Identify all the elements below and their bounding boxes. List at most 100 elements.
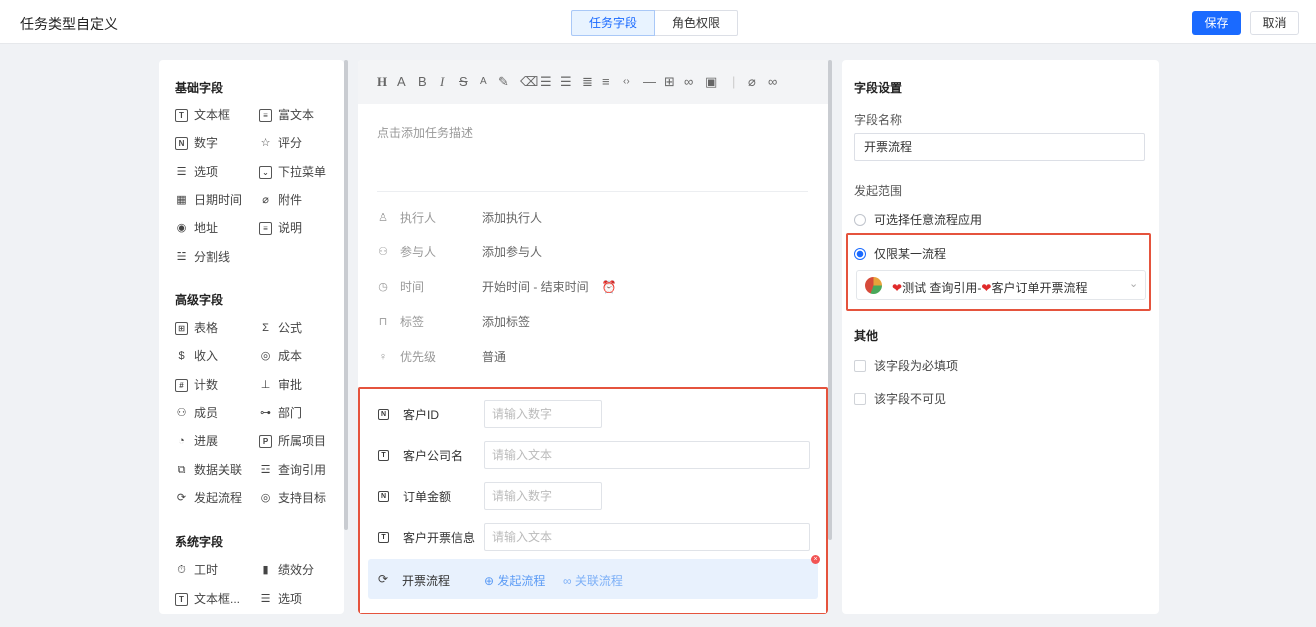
field-item-rating[interactable]: ☆ 评分 — [259, 135, 302, 151]
line-height-icon[interactable]: ≡ — [602, 74, 610, 90]
meta-row-assignee[interactable]: ♙ 执行人 添加执行人 — [377, 210, 542, 226]
field-item-rich-text[interactable]: ≡ 富文本 — [259, 107, 314, 123]
link-icon[interactable]: ∞ — [684, 74, 693, 90]
meta-row-participants[interactable]: ⚇ 参与人 添加参与人 — [377, 244, 542, 260]
process-icon: ⟳ — [378, 572, 389, 586]
save-button[interactable]: 保存 — [1192, 11, 1241, 35]
field-item-attachment[interactable]: ⌀ 附件 — [259, 192, 302, 208]
field-item-income[interactable]: $ 收入 — [175, 348, 218, 364]
field-item-description[interactable]: ≡ 说明 — [259, 220, 302, 236]
heading-icon[interactable]: H — [377, 74, 387, 90]
code-icon[interactable]: ‹› — [623, 74, 630, 90]
process-app-logo-icon — [865, 277, 882, 294]
alarm-clock-icon[interactable]: ⏰ — [602, 279, 617, 295]
members-icon: ⚇ — [176, 406, 187, 419]
bold-icon[interactable]: B — [418, 74, 427, 90]
dollar-icon: $ — [178, 349, 185, 362]
field-item-project[interactable]: P 所属项目 — [259, 433, 326, 449]
tab-task-fields[interactable]: 任务字段 — [571, 10, 656, 36]
cancel-button[interactable]: 取消 — [1250, 11, 1299, 35]
tab-group: 任务字段 角色权限 — [571, 10, 739, 36]
field-item-text-box[interactable]: T 文本框 — [175, 107, 230, 123]
field-item-cost[interactable]: ◎ 成本 — [259, 348, 302, 364]
hidden-checkbox[interactable] — [854, 392, 866, 405]
link-icon[interactable]: ∞ — [768, 74, 777, 90]
delete-field-icon[interactable]: × — [811, 555, 820, 564]
image-icon[interactable]: ▣ — [705, 74, 717, 90]
customer-id-input[interactable]: 请输入数字 — [484, 400, 602, 428]
bullet-list-icon[interactable]: ☰ — [560, 74, 572, 90]
field-item-approval[interactable]: ⊥ 审批 — [259, 377, 302, 393]
relate-process-link[interactable]: ∞ 关联流程 — [563, 572, 623, 589]
star-icon: ☆ — [260, 136, 271, 149]
required-checkbox[interactable] — [854, 359, 866, 372]
process-select[interactable]: ❤测试 查询引用-❤客户订单开票流程 ⌄ — [856, 270, 1146, 300]
text-box-icon: T — [378, 449, 389, 461]
scope-option-any-process[interactable]: 可选择任意流程应用 — [854, 211, 982, 228]
field-item-dropdown[interactable]: ⌄ 下拉菜单 — [259, 164, 326, 180]
field-item-members[interactable]: ⚇ 成员 — [175, 405, 218, 421]
italic-icon[interactable]: I — [440, 74, 444, 90]
field-item-address[interactable]: ◉ 地址 — [175, 220, 218, 236]
custom-field-company-name[interactable]: T 客户公司名 请输入文本 — [378, 441, 810, 469]
page-title: 任务类型自定义 — [20, 16, 118, 32]
field-item-support-goal[interactable]: ◎ 支持目标 — [259, 490, 326, 506]
data-link-icon: ⧉ — [177, 463, 186, 476]
field-item-department[interactable]: ⊶ 部门 — [259, 405, 302, 421]
field-item-table[interactable]: ⊞ 表格 — [175, 320, 218, 336]
field-item-query[interactable]: ☲ 查询引用 — [259, 462, 326, 478]
editor-scrollbar[interactable] — [828, 60, 832, 540]
radio-button[interactable] — [854, 213, 866, 226]
number-icon: N — [378, 490, 389, 502]
attachment-icon[interactable]: ⌀ — [748, 74, 756, 90]
hidden-checkbox-row[interactable]: 该字段不可见 — [854, 390, 946, 407]
flow-field-invoice-process[interactable]: ⟳ 开票流程 ⊕ 发起流程 ∞ 关联流程 — [368, 559, 818, 599]
table-icon[interactable]: ⊞ — [664, 74, 675, 90]
field-item-datetime[interactable]: ▦ 日期时间 — [175, 192, 242, 208]
number-icon: N — [378, 408, 389, 420]
custom-field-customer-id[interactable]: N 客户ID 请输入数字 — [378, 400, 602, 428]
company-name-input[interactable]: 请输入文本 — [484, 441, 810, 469]
font-size-icon[interactable]: A — [397, 74, 406, 90]
field-item-count[interactable]: # 计数 — [175, 377, 218, 393]
custom-field-invoice-info[interactable]: T 客户开票信息 请输入文本 — [378, 523, 810, 551]
field-item-work-hours[interactable]: ⏱ 工时 — [175, 562, 218, 578]
align-icon[interactable]: ≣ — [582, 74, 593, 90]
field-library-scrollbar[interactable] — [344, 60, 348, 530]
highlight-icon[interactable]: ✎ — [498, 74, 509, 90]
field-item-system-options[interactable]: ☰ 选项 — [259, 591, 302, 607]
tab-role-permissions[interactable]: 角色权限 — [655, 10, 739, 36]
start-process-link[interactable]: ⊕ 发起流程 — [484, 572, 545, 589]
toolbar-separator: | — [732, 74, 736, 89]
field-item-number[interactable]: N 数字 — [175, 135, 218, 151]
person-icon: ♙ — [378, 212, 388, 224]
meta-row-time[interactable]: ◷ 时间 开始时间 - 结束时间 ⏰ — [377, 279, 617, 295]
field-item-system-text-box[interactable]: T 文本框... — [175, 591, 240, 607]
invoice-info-input[interactable]: 请输入文本 — [484, 523, 810, 551]
meta-row-priority[interactable]: ♀ 优先级 普通 — [377, 349, 506, 365]
link-icon: ∞ — [563, 574, 572, 588]
field-item-start-process[interactable]: ⟳ 发起流程 — [175, 490, 242, 506]
font-color-icon[interactable]: A — [480, 74, 487, 90]
strikethrough-icon[interactable]: S — [459, 74, 468, 90]
scope-option-single-process[interactable]: 仅限某一流程 — [854, 245, 946, 262]
task-description-placeholder[interactable]: 点击添加任务描述 — [377, 124, 473, 141]
field-item-formula[interactable]: Σ 公式 — [259, 320, 302, 336]
ordered-list-icon[interactable]: ☰ — [540, 74, 552, 90]
field-item-progress[interactable]: ◔ 进展 — [175, 433, 218, 449]
eraser-icon[interactable]: ⌫ — [520, 74, 538, 90]
field-item-divider[interactable]: ☱ 分割线 — [175, 249, 230, 265]
field-item-data-link[interactable]: ⧉ 数据关联 — [175, 462, 242, 478]
scope-label: 发起范围 — [854, 184, 903, 198]
custom-field-order-amount[interactable]: N 订单金额 请输入数字 — [378, 482, 602, 510]
field-item-options[interactable]: ☰ 选项 — [175, 164, 218, 180]
field-item-performance[interactable]: ▮ 绩效分 — [259, 562, 314, 578]
query-icon: ☲ — [260, 463, 271, 476]
radio-button-checked[interactable] — [854, 247, 866, 260]
meta-row-tags[interactable]: ⊓ 标签 添加标签 — [377, 314, 530, 330]
order-amount-input[interactable]: 请输入数字 — [484, 482, 602, 510]
field-name-input[interactable]: 开票流程 — [854, 133, 1145, 161]
horizontal-rule-icon[interactable]: — — [643, 74, 656, 90]
progress-pie-icon: ◔ — [178, 434, 185, 447]
required-checkbox-row[interactable]: 该字段为必填项 — [854, 357, 958, 374]
